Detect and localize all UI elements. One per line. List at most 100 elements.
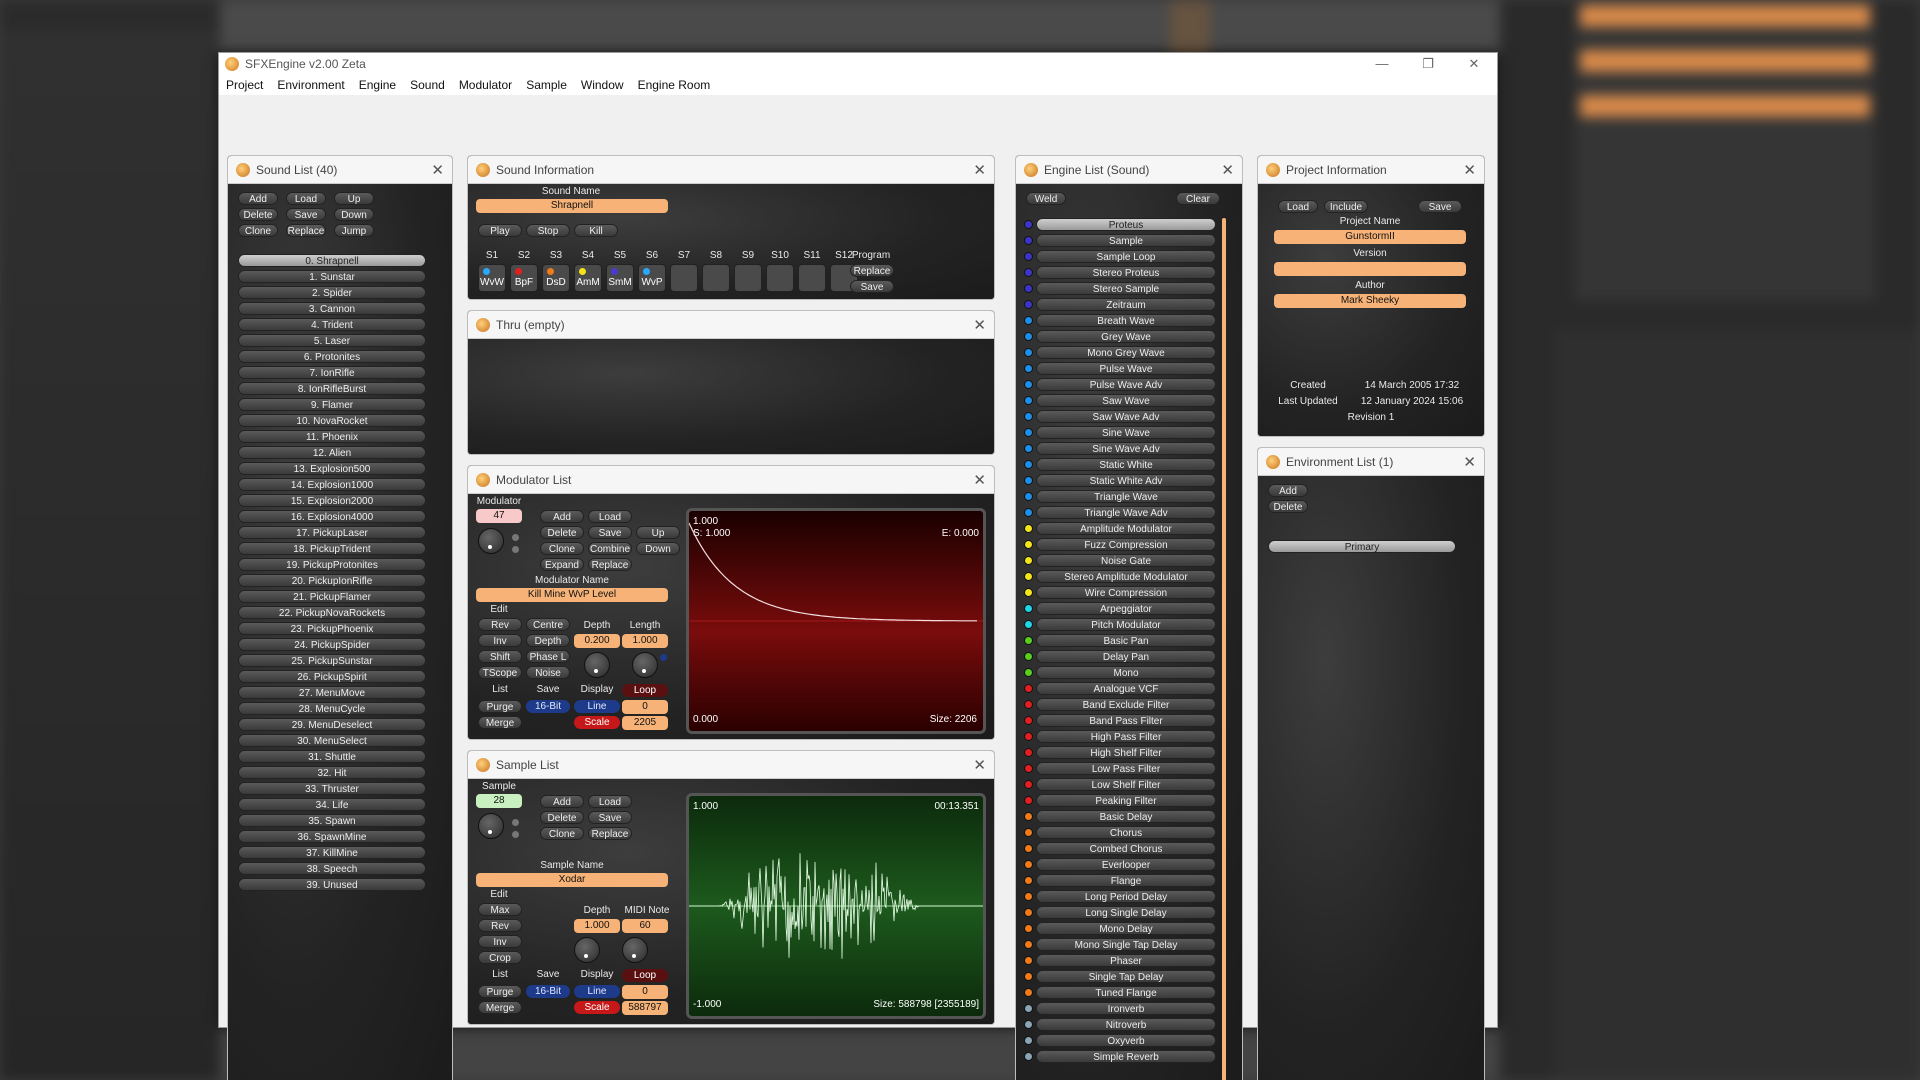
close-icon[interactable]: ✕ [973,756,986,774]
sound-list-item[interactable]: 33. Thruster [238,782,426,795]
engine-list-item[interactable]: Combed Chorus [1036,842,1216,855]
modulator-combine-button[interactable]: Combine [588,542,632,555]
sample-waveform[interactable]: 1.000 00:13.351 -1.000 Size: 588798 [235… [686,793,986,1019]
modulator-shift-button[interactable]: Shift [478,650,522,663]
minimize-button[interactable]: — [1359,56,1405,72]
sample-crop-button[interactable]: Crop [478,951,522,964]
sample-depth-knob[interactable] [574,937,600,963]
program-slot[interactable] [766,264,794,292]
environment-add-button[interactable]: Add [1268,484,1308,497]
project-author-field[interactable]: Mark Sheeky [1274,294,1466,308]
engine-list-item[interactable]: Triangle Wave Adv [1036,506,1216,519]
sound-list-item[interactable]: 4. Trident [238,318,426,331]
engine-list-item[interactable]: Sample [1036,234,1216,247]
sound-list-item[interactable]: 28. MenuCycle [238,702,426,715]
sound-up-button[interactable]: Up [334,192,374,205]
clear-button[interactable]: Clear [1176,192,1220,205]
modulator-depth-knob[interactable] [584,652,610,678]
project-include-button[interactable]: Include [1324,200,1368,213]
engine-list-item[interactable]: Nitroverb [1036,1018,1216,1031]
close-icon[interactable]: ✕ [973,471,986,489]
engine-list-item[interactable]: Band Exclude Filter [1036,698,1216,711]
engine-list-item[interactable]: Sample Loop [1036,250,1216,263]
sample-merge-button[interactable]: Merge [478,1001,522,1014]
engine-list-item[interactable]: Arpeggiator [1036,602,1216,615]
sound-save-button[interactable]: Save [286,208,326,221]
close-icon[interactable]: ✕ [431,161,444,179]
sample-scale-button[interactable]: Scale [574,1001,620,1014]
engine-list-item[interactable]: Wire Compression [1036,586,1216,599]
sound-list-item[interactable]: 2. Spider [238,286,426,299]
sound-list-item[interactable]: 34. Life [238,798,426,811]
sample-line-button[interactable]: Line [574,985,620,998]
program-slot[interactable] [702,264,730,292]
engine-list-item[interactable]: Static White Adv [1036,474,1216,487]
weld-button[interactable]: Weld [1026,192,1066,205]
modulator-purge-button[interactable]: Purge [478,700,522,713]
modulator-clone-button[interactable]: Clone [540,542,584,555]
engine-list-item[interactable]: Sine Wave Adv [1036,442,1216,455]
sound-replace-button[interactable]: Replace [286,224,326,237]
modulator-depth-button[interactable]: Depth [526,634,570,647]
modulator-select-knob[interactable] [478,528,504,554]
sound-list-item[interactable]: 30. MenuSelect [238,734,426,747]
sound-list-item[interactable]: 15. Explosion2000 [238,494,426,507]
sound-list-item[interactable]: 20. PickupIonRifle [238,574,426,587]
engine-list-item[interactable]: Basic Delay [1036,810,1216,823]
engine-list-item[interactable]: Analogue VCF [1036,682,1216,695]
sound-list-item[interactable]: 29. MenuDeselect [238,718,426,731]
modulator-down-button[interactable]: Down [636,542,680,555]
engine-list-item[interactable]: Fuzz Compression [1036,538,1216,551]
sample-max-button[interactable]: Max [478,903,522,916]
engine-list-item[interactable]: Pulse Wave Adv [1036,378,1216,391]
engine-list-item[interactable]: Saw Wave Adv [1036,410,1216,423]
engine-list-item[interactable]: Sine Wave [1036,426,1216,439]
program-slot[interactable]: DsD [542,264,570,292]
engine-list-item[interactable]: Everlooper [1036,858,1216,871]
engine-list-item[interactable]: Stereo Sample [1036,282,1216,295]
sample-midi-field[interactable]: 60 [622,919,668,933]
sample-select-knob[interactable] [478,813,504,839]
engine-list-item[interactable]: Long Single Delay [1036,906,1216,919]
close-icon[interactable]: ✕ [1221,161,1234,179]
sample-name-field[interactable]: Xodar [476,873,668,887]
program-slot[interactable] [670,264,698,292]
engine-list-item[interactable]: Amplitude Modulator [1036,522,1216,535]
project-load-button[interactable]: Load [1278,200,1318,213]
engine-list-item[interactable]: Zeitraum [1036,298,1216,311]
sample-load-button[interactable]: Load [588,795,632,808]
project-name-field[interactable]: GunstormII [1274,230,1466,244]
engine-list-item[interactable]: Pitch Modulator [1036,618,1216,631]
sound-list-item[interactable]: 32. Hit [238,766,426,779]
sound-list-item[interactable]: 0. Shrapnell [238,254,426,267]
engine-list-item[interactable]: Chorus [1036,826,1216,839]
sound-list-item[interactable]: 22. PickupNovaRockets [238,606,426,619]
sound-list-item[interactable]: 26. PickupSpirit [238,670,426,683]
modulator-name-field[interactable]: Kill Mine WvP Level [476,588,668,602]
modulator-rev-button[interactable]: Rev [478,618,522,631]
engine-list-item[interactable]: Flange [1036,874,1216,887]
sample-loop-button[interactable]: Loop [622,969,668,982]
sample-inv-button[interactable]: Inv [478,935,522,948]
play-button[interactable]: Play [478,224,522,237]
sound-list-item[interactable]: 3. Cannon [238,302,426,315]
modulator-loop-field[interactable]: 0 [622,700,668,714]
sound-load-button[interactable]: Load [286,192,326,205]
engine-list-item[interactable]: Noise Gate [1036,554,1216,567]
sample-depth-field[interactable]: 1.000 [574,919,620,933]
menu-sound[interactable]: Sound [410,78,445,92]
menu-modulator[interactable]: Modulator [459,78,512,92]
stop-button[interactable]: Stop [526,224,570,237]
sound-list-item[interactable]: 27. MenuMove [238,686,426,699]
sample-add-button[interactable]: Add [540,795,584,808]
menu-window[interactable]: Window [581,78,624,92]
modulator-noise-button[interactable]: Noise [526,666,570,679]
environment-item-primary[interactable]: Primary [1268,540,1456,553]
sound-list-item[interactable]: 13. Explosion500 [238,462,426,475]
program-save-button[interactable]: Save [850,280,894,293]
sound-list-item[interactable]: 35. Spawn [238,814,426,827]
sound-list-item[interactable]: 5. Laser [238,334,426,347]
sound-delete-button[interactable]: Delete [238,208,278,221]
engine-list-item[interactable]: Tuned Flange [1036,986,1216,999]
modulator-merge-button[interactable]: Merge [478,716,522,729]
